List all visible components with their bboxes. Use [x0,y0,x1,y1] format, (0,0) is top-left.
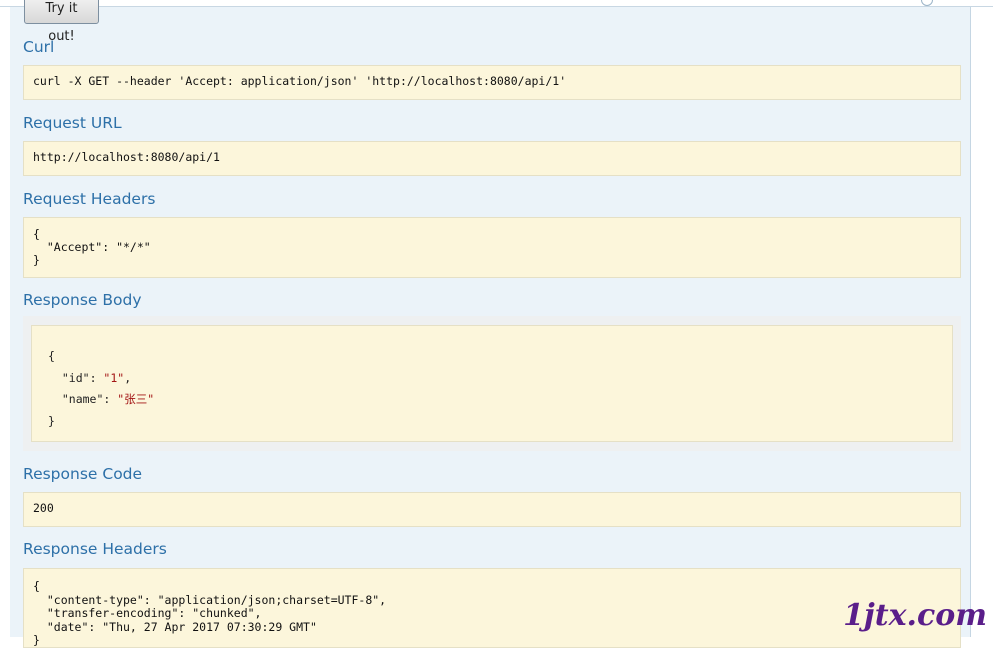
try-it-out-button[interactable]: Try it out! [24,0,99,24]
request-url-title: Request URL [23,114,122,132]
json-open-brace: { [48,346,936,368]
curl-title: Curl [23,38,54,56]
site-watermark: 1jtx.com [843,598,987,633]
curl-code-box[interactable]: curl -X GET --header 'Accept: applicatio… [23,65,961,100]
json-close-brace: } [48,411,936,433]
response-headers-title: Response Headers [23,540,167,558]
json-sep: : [90,371,104,385]
request-headers-box[interactable]: { "Accept": "*/*" } [23,217,961,278]
response-code-box[interactable]: 200 [23,492,961,527]
request-headers-title: Request Headers [23,190,155,208]
json-line-id: "id": "1", [48,368,936,390]
request-url-box[interactable]: http://localhost:8080/api/1 [23,141,961,176]
response-headers-box[interactable]: { "content-type": "application/json;char… [23,568,961,648]
json-sep: : [103,392,117,406]
response-body-box[interactable]: { "id": "1", "name": "张三" } [31,325,953,442]
response-code-title: Response Code [23,465,142,483]
response-body-title: Response Body [23,291,142,309]
top-toolbar-strip [0,0,993,7]
json-line-name: "name": "张三" [48,389,936,411]
json-value: "张三" [117,392,154,406]
json-comma: , [124,371,131,385]
json-key: "id" [62,371,90,385]
json-value: "1" [103,371,124,385]
json-key: "name" [62,392,104,406]
response-body-container: { "id": "1", "name": "张三" } [23,316,961,451]
